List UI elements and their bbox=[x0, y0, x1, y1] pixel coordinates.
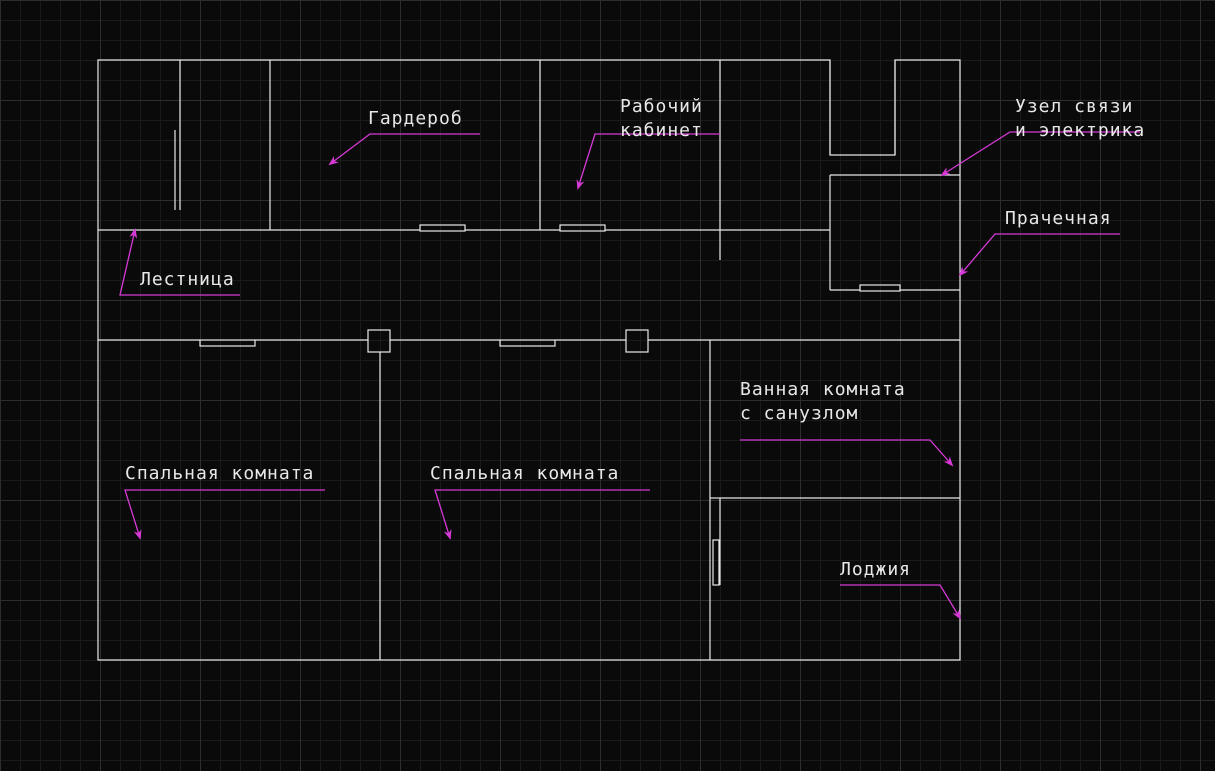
label-bedroom-1: Спальная комната bbox=[125, 462, 314, 486]
label-comms-line2: и электрика bbox=[1015, 120, 1145, 141]
label-comms: Узел связи и электрика bbox=[1015, 95, 1145, 144]
label-laundry: Прачечная bbox=[1005, 207, 1112, 231]
label-wardrobe: Гардероб bbox=[368, 107, 463, 131]
label-bedroom-2: Спальная комната bbox=[430, 462, 619, 486]
label-stairs: Лестница bbox=[140, 268, 235, 292]
label-bath-line1: Ванная комната bbox=[740, 379, 906, 400]
label-bath: Ванная комната с санузлом bbox=[740, 378, 906, 427]
cad-canvas[interactable]: Гардероб Рабочий кабинет Узел связи и эл… bbox=[0, 0, 1215, 771]
label-comms-line1: Узел связи bbox=[1015, 96, 1133, 117]
label-study: Рабочий кабинет bbox=[620, 95, 703, 144]
label-study-line1: Рабочий bbox=[620, 96, 703, 117]
label-study-line2: кабинет bbox=[620, 120, 703, 141]
label-bath-line2: с санузлом bbox=[740, 403, 858, 424]
label-loggia: Лоджия bbox=[840, 558, 911, 582]
